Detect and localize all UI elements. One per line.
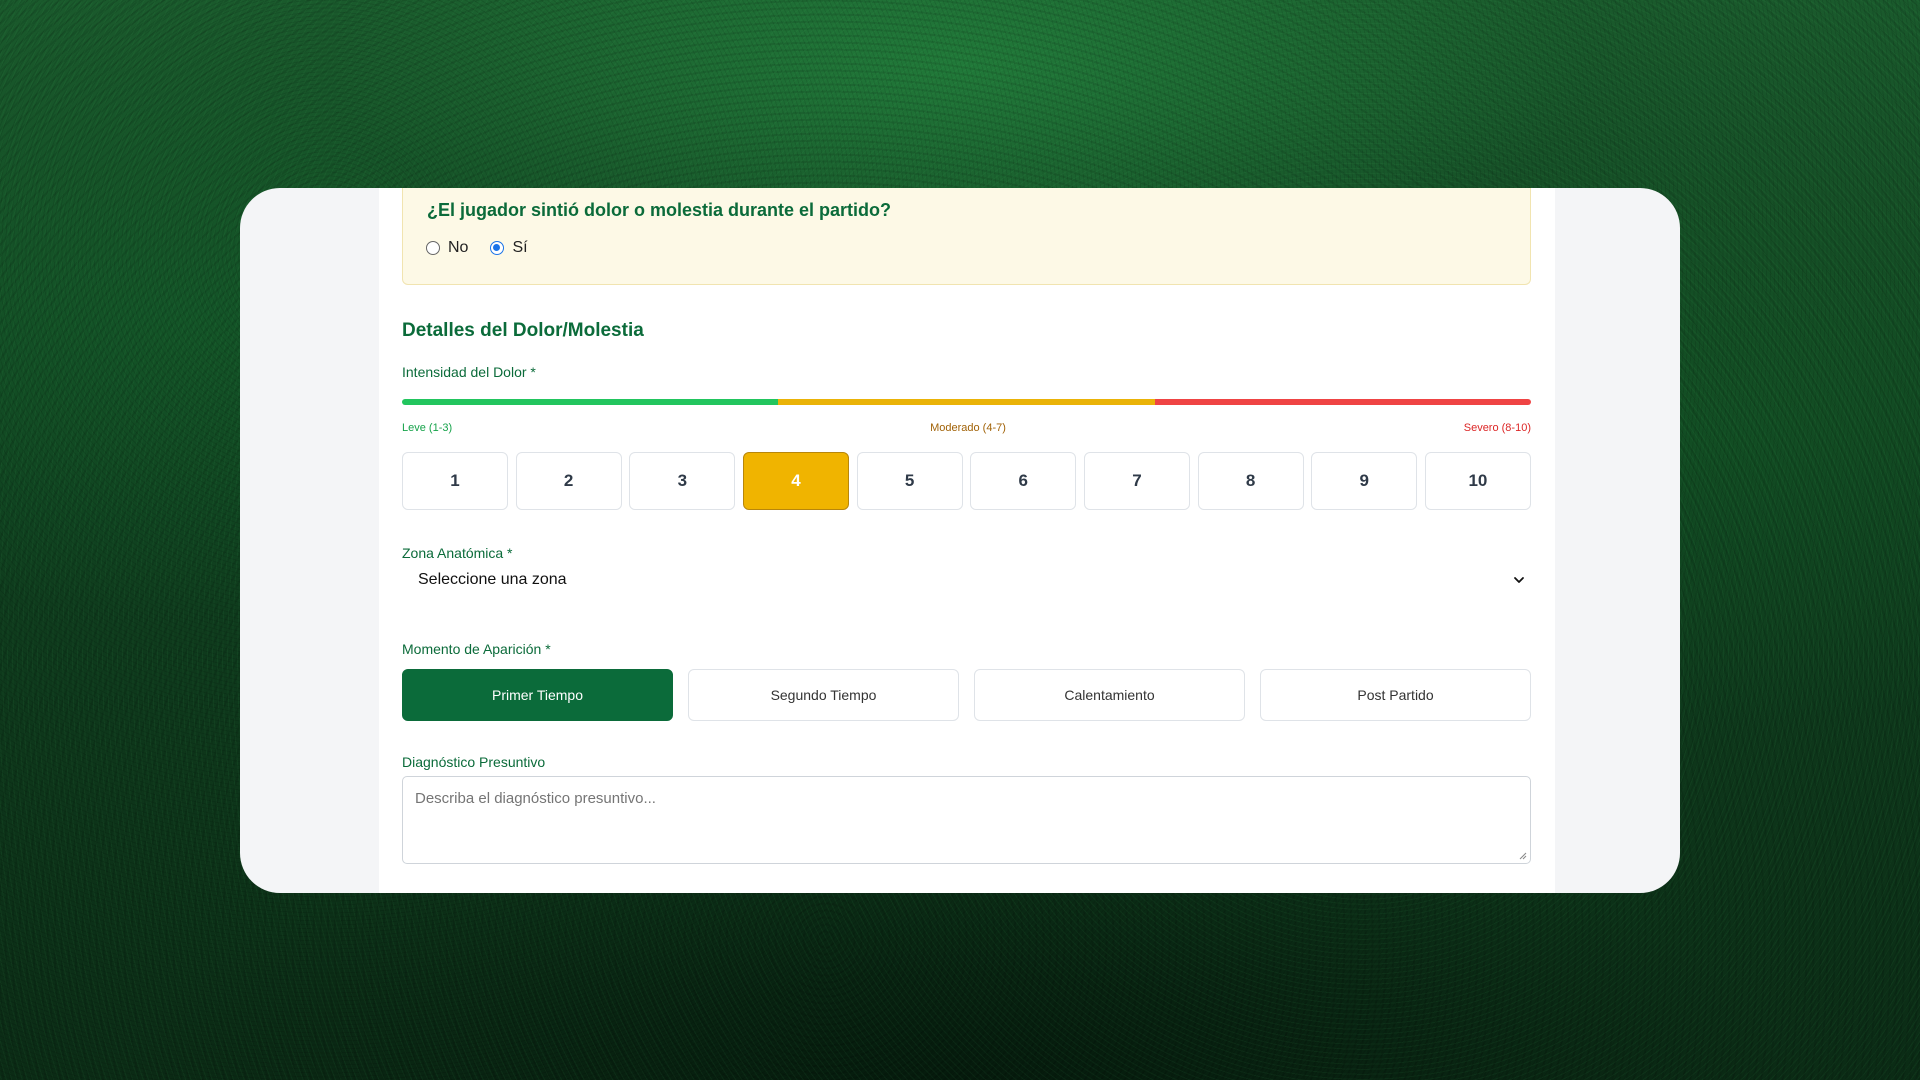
moment-button-segundo-tiempo[interactable]: Segundo Tiempo <box>688 669 959 721</box>
intensity-button-9[interactable]: 9 <box>1311 452 1418 510</box>
intensity-button-3[interactable]: 3 <box>629 452 736 510</box>
intensity-color-bar <box>402 399 1531 405</box>
radio-no-label: No <box>448 239 469 256</box>
form-panel: ¿El jugador sintió dolor o molestia dura… <box>379 188 1555 893</box>
zone-select[interactable]: Seleccione una zona <box>402 562 1531 598</box>
intensity-button-1[interactable]: 1 <box>402 452 508 510</box>
scale-label-moderate: Moderado (4-7) <box>930 422 1006 434</box>
intensity-button-7[interactable]: 7 <box>1083 452 1190 510</box>
moment-label: Momento de Aparición * <box>402 641 551 657</box>
chevron-down-icon[interactable] <box>1513 574 1525 586</box>
intensity-button-8[interactable]: 8 <box>1197 452 1304 510</box>
scale-label-severe: Severo (8-10) <box>1463 422 1531 434</box>
details-section-title: Detalles del Dolor/Molestia <box>402 320 644 341</box>
pain-radio-group: No Sí <box>426 239 550 257</box>
radio-option-no[interactable]: No <box>426 239 468 257</box>
diagnosis-label: Diagnóstico Presuntivo <box>402 754 546 770</box>
intensity-label: Intensidad del Dolor * <box>402 364 536 380</box>
radio-no-circle[interactable] <box>426 241 440 255</box>
intensity-button-4[interactable]: 4 <box>742 452 849 510</box>
intensity-button-2[interactable]: 2 <box>515 452 622 510</box>
zone-label: Zona Anatómica * <box>402 545 513 561</box>
moment-button-post-partido[interactable]: Post Partido <box>1260 669 1531 721</box>
intensity-button-6[interactable]: 6 <box>970 452 1077 510</box>
moment-buttons: Primer Tiempo Segundo Tiempo Calentamien… <box>402 669 1531 721</box>
pain-question-box: ¿El jugador sintió dolor o molestia dura… <box>402 188 1531 285</box>
diagnosis-textarea[interactable]: Describa el diagnóstico presuntivo... <box>402 776 1531 864</box>
intensity-button-5[interactable]: 5 <box>856 452 963 510</box>
intensity-buttons: 1 2 3 4 5 6 7 8 9 10 <box>402 452 1531 510</box>
scale-label-mild: Leve (1-3) <box>402 422 453 434</box>
moment-button-calentamiento[interactable]: Calentamiento <box>974 669 1245 721</box>
pain-question-title: ¿El jugador sintió dolor o molestia dura… <box>427 200 892 220</box>
resize-grip-icon[interactable] <box>1519 852 1527 860</box>
intensity-bar-severe <box>1154 399 1531 405</box>
radio-option-si[interactable]: Sí <box>490 239 528 257</box>
intensity-button-10[interactable]: 10 <box>1424 452 1531 510</box>
radio-si-label: Sí <box>512 239 528 256</box>
diagnosis-placeholder: Describa el diagnóstico presuntivo... <box>415 790 656 807</box>
radio-si-circle[interactable] <box>490 241 505 255</box>
moment-button-primer-tiempo[interactable]: Primer Tiempo <box>402 669 673 721</box>
intensity-bar-moderate <box>778 399 1155 405</box>
zone-select-value: Seleccione una zona <box>418 571 567 588</box>
screenshot-frame: ¿El jugador sintió dolor o molestia dura… <box>240 188 1680 893</box>
intensity-bar-mild <box>402 399 779 405</box>
